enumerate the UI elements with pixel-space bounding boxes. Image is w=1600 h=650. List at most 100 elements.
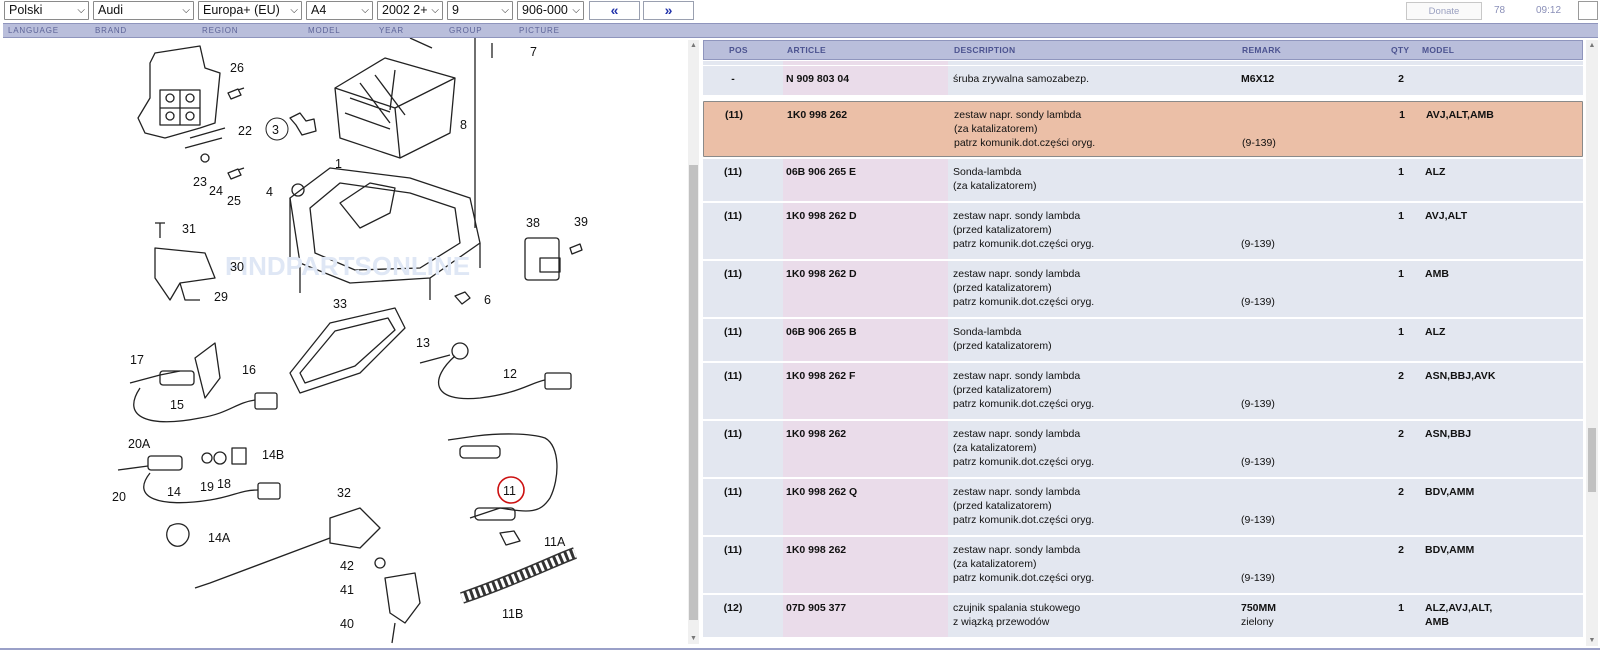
callout: 17 xyxy=(130,353,144,367)
callout: 33 xyxy=(333,297,347,311)
time-text: 09:12 xyxy=(1536,5,1562,16)
group-select[interactable]: 9 ⌵ xyxy=(447,1,513,20)
model-value: A4 xyxy=(311,3,327,17)
callout: 1 xyxy=(335,157,342,171)
cell-model: AMB xyxy=(1425,268,1449,280)
cell-article: 1K0 998 262 Q xyxy=(786,486,858,498)
picture-select[interactable]: 906-000 ⌵ xyxy=(517,1,584,20)
label-group: GROUP xyxy=(449,26,483,35)
label-model: MODEL xyxy=(308,26,341,35)
table-row[interactable]: (11) 1K0 998 262 D zestaw napr. sondy lamb… xyxy=(703,261,1583,317)
parts-table: POS ARTICLE DESCRIPTION REMARK QTY MODEL… xyxy=(703,40,1583,646)
header-article[interactable]: ARTICLE xyxy=(787,45,826,55)
cell-article: 1K0 998 262 D xyxy=(786,210,857,222)
cell-description-3: patrz komunik.dot.części oryg. xyxy=(953,572,1095,584)
cell-pos: (11) xyxy=(723,486,743,498)
donate-button[interactable]: Donate xyxy=(1406,2,1482,20)
label-picture: PICTURE xyxy=(519,26,560,35)
region-select[interactable]: Europa+ (EU) ⌵ xyxy=(198,1,302,20)
header-qty[interactable]: QTY xyxy=(1391,45,1409,55)
cell-description-3: patrz komunik.dot.części oryg. xyxy=(954,137,1096,149)
table-row[interactable]: (11) 1K0 998 262 zestaw napr. sondy lambda… xyxy=(703,537,1583,593)
cell-description: zestaw napr. sondy lambda xyxy=(954,109,1082,121)
table-row[interactable]: (12) 07D 905 377 czujnik spalania stukoweg… xyxy=(703,595,1583,637)
callout: 23 xyxy=(193,175,207,189)
year-select[interactable]: 2002 2+ ⌵ xyxy=(377,1,443,20)
cell-article: N 909 803 04 xyxy=(786,73,850,85)
cell-pos: (11) xyxy=(723,428,743,440)
cell-description-2: (za katalizatorem) xyxy=(954,123,1038,135)
callout: 20A xyxy=(128,437,151,451)
prev-picture-button[interactable]: « xyxy=(589,1,640,20)
cell-description-3: patrz komunik.dot.części oryg. xyxy=(953,238,1095,250)
cell-model-2: AMB xyxy=(1425,616,1449,628)
cell-remark-2: (9-139) xyxy=(1241,238,1275,250)
cell-qty: 1 xyxy=(1399,109,1405,121)
cell-pos: - xyxy=(731,73,735,85)
chevron-down-icon: ⌵ xyxy=(182,5,190,16)
cell-qty: 2 xyxy=(1398,73,1404,85)
callout: 14B xyxy=(262,448,284,462)
model-select[interactable]: A4 ⌵ xyxy=(306,1,373,20)
cell-remark: M6X12 xyxy=(1241,73,1275,85)
header-description[interactable]: DESCRIPTION xyxy=(954,45,1015,55)
cell-article: 1K0 998 262 xyxy=(786,428,847,440)
callout-highlighted[interactable]: 11 xyxy=(503,484,516,498)
language-select[interactable]: Polski ⌵ xyxy=(4,1,89,20)
callout: 18 xyxy=(217,477,231,491)
table-scrollbar[interactable]: ▲ ▼ xyxy=(1586,40,1598,646)
scroll-up-icon[interactable]: ▲ xyxy=(688,40,699,51)
callout: 4 xyxy=(266,185,273,199)
parts-diagram[interactable]: FINDPARTSONLINE 26 22 3 23 24 25 8 7 1 4… xyxy=(0,38,686,650)
callout: 20 xyxy=(112,490,126,504)
cell-description: zestaw napr. sondy lambda xyxy=(953,268,1081,280)
scroll-down-icon[interactable]: ▼ xyxy=(688,633,699,644)
header-model[interactable]: MODEL xyxy=(1422,45,1454,55)
callout: 3 xyxy=(272,123,279,137)
callout: 15 xyxy=(170,398,184,412)
callout: 40 xyxy=(340,617,354,631)
cell-qty: 1 xyxy=(1398,602,1404,614)
scroll-up-icon[interactable]: ▲ xyxy=(1586,40,1598,51)
table-row[interactable]: (11) 1K0 998 262 zestaw napr. sondy lambda… xyxy=(703,421,1583,477)
cell-pos: (11) xyxy=(723,166,743,178)
label-language: LANGUAGE xyxy=(8,26,59,35)
cell-model: ASN,BBJ xyxy=(1425,428,1472,440)
header-pos[interactable]: POS xyxy=(729,45,748,55)
scroll-down-icon[interactable]: ▼ xyxy=(1586,635,1598,646)
cell-article: 06B 906 265 E xyxy=(786,166,857,178)
bracket-part xyxy=(137,45,221,139)
diagram-scrollbar[interactable]: ▲ ▼ xyxy=(688,40,699,644)
cell-model: BDV,AMM xyxy=(1425,544,1475,556)
next-picture-button[interactable]: » xyxy=(643,1,694,20)
callout: 32 xyxy=(337,486,351,500)
cell-pos: (11) xyxy=(723,210,743,222)
menu-toggle[interactable] xyxy=(1578,1,1598,20)
label-year: YEAR xyxy=(379,26,404,35)
table-row[interactable]: (11) 1K0 998 262 zestaw napr. sondy lambda… xyxy=(703,101,1583,157)
header-remark[interactable]: REMARK xyxy=(1242,45,1281,55)
chevron-down-icon: ⌵ xyxy=(501,5,509,16)
cell-article: 06B 906 265 B xyxy=(786,326,857,338)
table-row[interactable]: (11) 06B 906 265 B Sonda-lambda (przed kata… xyxy=(703,319,1583,361)
table-row[interactable]: (11) 06B 906 265 E Sonda-lambda (za kataliz… xyxy=(703,159,1583,201)
cell-pos: (11) xyxy=(723,544,743,556)
table-row[interactable]: - N 909 803 04 śruba zrywalna samozabezp. M… xyxy=(703,66,1583,95)
chevron-down-icon: ⌵ xyxy=(431,5,439,16)
cell-description-2: z wiązką przewodów xyxy=(953,616,1050,628)
cell-pos: (12) xyxy=(723,602,743,614)
cell-qty: 1 xyxy=(1398,210,1404,222)
cell-description: Sonda-lambda xyxy=(953,166,1022,178)
cell-remark-2: (9-139) xyxy=(1241,296,1275,308)
callout: 30 xyxy=(230,260,244,274)
brand-select[interactable]: Audi ⌵ xyxy=(93,1,194,20)
table-row[interactable]: (11) 1K0 998 262 Q zestaw napr. sondy lamb… xyxy=(703,479,1583,535)
callout: 31 xyxy=(182,222,196,236)
cell-model: ALZ xyxy=(1425,326,1446,338)
table-row[interactable]: (11) 1K0 998 262 D zestaw napr. sondy lamb… xyxy=(703,203,1583,259)
scroll-thumb[interactable] xyxy=(689,165,698,620)
table-row[interactable]: (11) 1K0 998 262 F zestaw napr. sondy lamb… xyxy=(703,363,1583,419)
cell-description: Sonda-lambda xyxy=(953,326,1022,338)
scroll-thumb[interactable] xyxy=(1588,428,1596,492)
cell-remark-2: (9-139) xyxy=(1242,137,1276,149)
